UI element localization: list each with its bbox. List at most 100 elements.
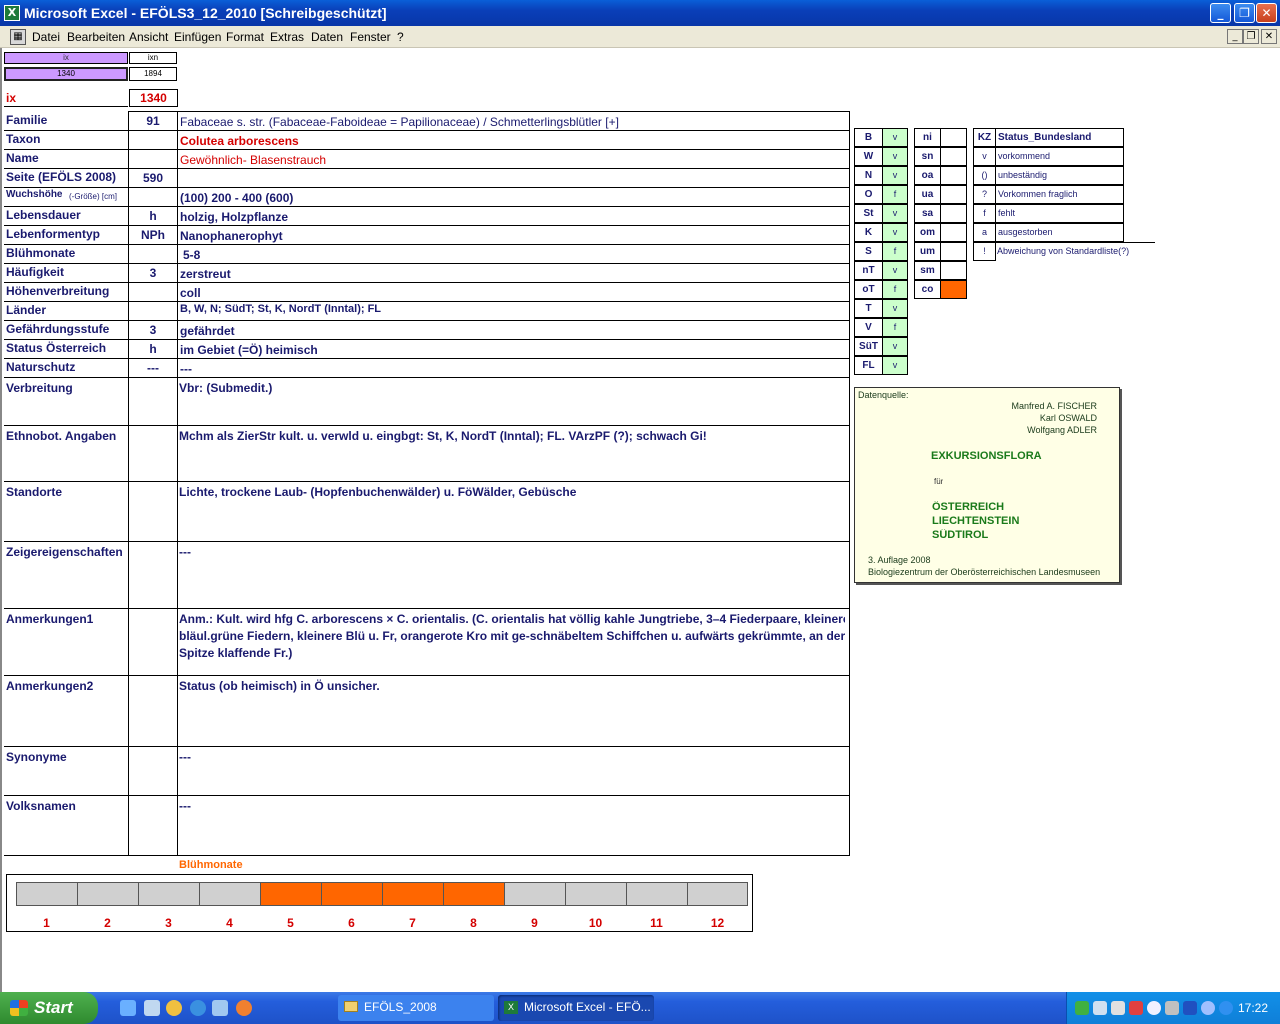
region-status-cell[interactable]: v <box>882 147 908 166</box>
region-code-cell[interactable]: SüT <box>854 337 883 356</box>
field-value-cell[interactable]: Status (ob heimisch) in Ö unsicher. <box>179 679 845 693</box>
region-status-cell[interactable]: f <box>882 280 908 299</box>
zone-value-cell[interactable] <box>940 242 967 261</box>
tray-icon-alert[interactable] <box>1129 1001 1143 1015</box>
field-value-cell[interactable]: (100) 200 - 400 (600) <box>180 191 846 205</box>
field-value-line[interactable]: Spitze klaffende Fr.) <box>179 646 845 660</box>
field-code-cell[interactable]: h <box>129 342 177 356</box>
field-value-cell[interactable]: Lichte, trockene Laub- (Hopfenbuchenwäld… <box>179 485 845 499</box>
region-status-cell[interactable]: f <box>882 185 908 204</box>
field-code-cell[interactable]: --- <box>129 361 177 375</box>
tray-icon-tools[interactable] <box>1165 1001 1179 1015</box>
field-code-cell[interactable]: 590 <box>129 171 177 185</box>
region-code-cell[interactable]: K <box>854 223 883 242</box>
quicklaunch-icon-2[interactable] <box>144 1000 160 1016</box>
tray-icon-search[interactable] <box>1147 1001 1161 1015</box>
field-value-cell[interactable]: gefährdet <box>180 324 846 338</box>
menu-bearbeiten[interactable]: Bearbeiten <box>67 30 125 44</box>
region-code-cell[interactable]: oT <box>854 280 883 299</box>
zone-code-cell[interactable]: co <box>914 280 941 299</box>
zone-value-cell[interactable] <box>940 223 967 242</box>
field-value-cell[interactable]: Gewöhnlich- Blasenstrauch <box>180 153 846 167</box>
field-value-cell[interactable]: --- <box>180 362 846 376</box>
region-status-cell[interactable]: v <box>882 128 908 147</box>
field-value-cell[interactable]: zerstreut <box>180 267 846 281</box>
menu-ansicht[interactable]: Ansicht <box>129 30 168 44</box>
field-value-cell[interactable]: --- <box>179 799 845 813</box>
excel-icon[interactable]: X <box>4 5 20 21</box>
region-code-cell[interactable]: S <box>854 242 883 261</box>
field-value-cell[interactable]: im Gebiet (=Ö) heimisch <box>180 343 846 357</box>
tray-icon-network[interactable] <box>1075 1001 1089 1015</box>
tray-icon-info[interactable] <box>1219 1001 1233 1015</box>
field-value-cell[interactable]: 5-8 <box>183 248 200 262</box>
minimize-button[interactable]: _ <box>1210 3 1231 23</box>
ixn-header-cell[interactable]: ixn <box>129 52 177 64</box>
quicklaunch-icon-5[interactable] <box>212 1000 228 1016</box>
field-code-cell[interactable]: h <box>129 209 177 223</box>
field-value-cell[interactable]: Fabaceae s. str. (Fabaceae-Faboideae = P… <box>180 115 846 129</box>
menu-einfuegen[interactable]: Einfügen <box>174 30 221 44</box>
ix-header-cell[interactable]: ix <box>4 52 128 64</box>
field-value-cell[interactable]: holzig, Holzpflanze <box>180 210 846 224</box>
internet-explorer-icon[interactable] <box>190 1000 206 1016</box>
task-button-excel[interactable]: X Microsoft Excel - EFÖ... <box>498 995 654 1021</box>
region-status-cell[interactable]: v <box>882 356 908 375</box>
ix-row-value[interactable]: 1340 <box>129 89 178 107</box>
zone-value-cell[interactable] <box>940 147 967 166</box>
zone-value-cell[interactable] <box>940 185 967 204</box>
restore-button[interactable]: ❐ <box>1234 3 1255 23</box>
field-code-cell[interactable]: 3 <box>129 323 177 337</box>
field-value-line[interactable]: Anm.: Kult. wird hfg C. arborescens × C.… <box>179 612 845 626</box>
region-code-cell[interactable]: B <box>854 128 883 147</box>
zone-code-cell[interactable]: ua <box>914 185 941 204</box>
field-value-cell[interactable]: B, W, N; SüdT; St, K, NordT (Inntal); FL <box>180 303 846 315</box>
close-button[interactable]: ✕ <box>1256 3 1277 23</box>
region-code-cell[interactable]: FL <box>854 356 883 375</box>
tray-icon-sync[interactable] <box>1201 1001 1215 1015</box>
menu-format[interactable]: Format <box>226 30 264 44</box>
field-value-cell[interactable]: Colutea arborescens <box>180 134 846 148</box>
zone-value-cell[interactable] <box>940 204 967 223</box>
ix-value-cell[interactable]: 1340 <box>4 67 128 81</box>
zone-code-cell[interactable]: sn <box>914 147 941 166</box>
field-value-cell[interactable]: --- <box>179 750 845 764</box>
region-status-cell[interactable]: v <box>882 261 908 280</box>
quicklaunch-icon-1[interactable] <box>120 1000 136 1016</box>
start-button[interactable]: Start <box>0 992 98 1024</box>
region-status-cell[interactable]: v <box>882 299 908 318</box>
zone-value-cell[interactable] <box>940 166 967 185</box>
tray-icon-shield[interactable] <box>1183 1001 1197 1015</box>
task-button-explorer[interactable]: EFÖLS_2008 <box>338 995 494 1021</box>
workbook-icon[interactable]: ▦ <box>10 29 26 45</box>
firefox-icon[interactable] <box>236 1000 252 1016</box>
region-code-cell[interactable]: nT <box>854 261 883 280</box>
region-code-cell[interactable]: T <box>854 299 883 318</box>
menu-help[interactable]: ? <box>397 30 404 44</box>
region-code-cell[interactable]: St <box>854 204 883 223</box>
field-value-cell[interactable]: Mchm als ZierStr kult. u. verwld u. eing… <box>179 429 845 443</box>
doc-restore-button[interactable]: ❐ <box>1243 29 1259 44</box>
region-status-cell[interactable]: f <box>882 242 908 261</box>
region-code-cell[interactable]: N <box>854 166 883 185</box>
zone-value-cell[interactable] <box>940 128 967 147</box>
zone-code-cell[interactable]: sm <box>914 261 941 280</box>
region-code-cell[interactable]: V <box>854 318 883 337</box>
field-value-cell[interactable]: Vbr: (Submedit.) <box>179 381 845 395</box>
doc-close-button[interactable]: ✕ <box>1261 29 1277 44</box>
menu-daten[interactable]: Daten <box>311 30 343 44</box>
field-code-cell[interactable]: 91 <box>129 114 177 128</box>
field-code-cell[interactable]: NPh <box>129 228 177 242</box>
region-status-cell[interactable]: v <box>882 337 908 356</box>
field-value-cell[interactable]: --- <box>179 545 845 559</box>
doc-minimize-button[interactable]: _ <box>1227 29 1243 44</box>
field-value-line[interactable]: bläul.grüne Fiedern, kleinere Blü u. Fr,… <box>179 629 845 643</box>
zone-code-cell[interactable]: sa <box>914 204 941 223</box>
zone-code-cell[interactable]: um <box>914 242 941 261</box>
menu-datei[interactable]: Datei <box>32 30 60 44</box>
region-code-cell[interactable]: W <box>854 147 883 166</box>
region-status-cell[interactable]: v <box>882 223 908 242</box>
media-player-icon[interactable] <box>166 1000 182 1016</box>
zone-value-cell[interactable] <box>940 280 967 299</box>
field-value-cell[interactable]: coll <box>180 286 846 300</box>
